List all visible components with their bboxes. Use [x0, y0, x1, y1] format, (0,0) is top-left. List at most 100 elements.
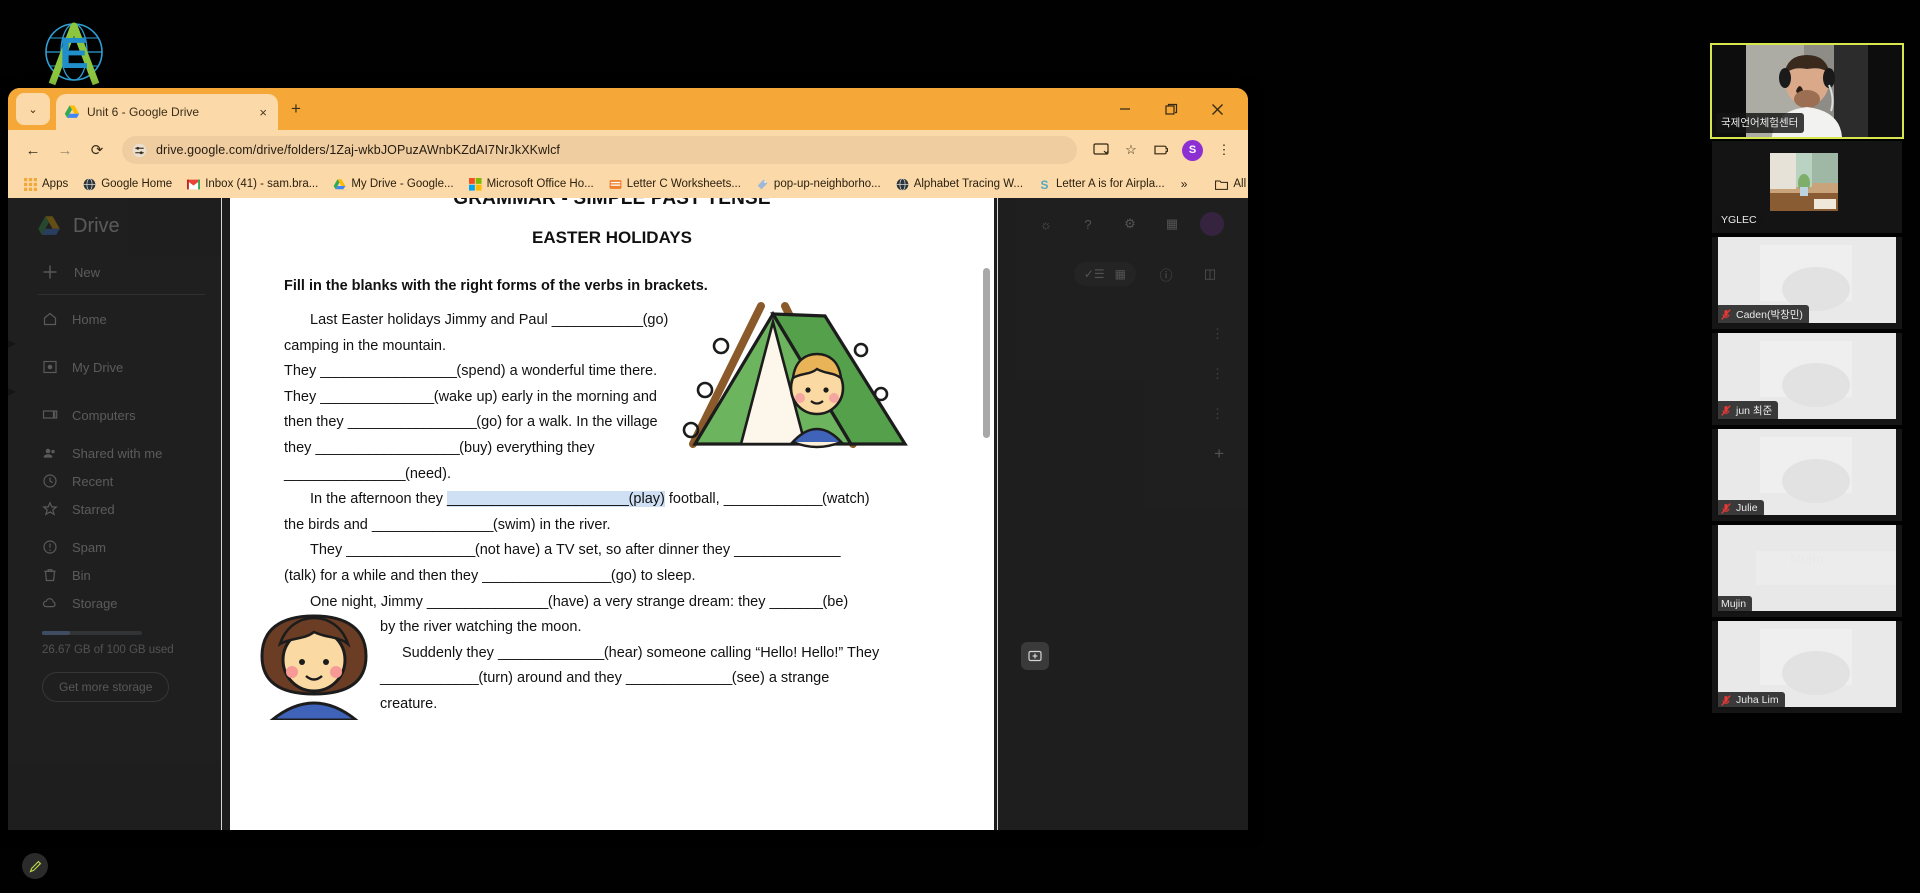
bookmark-star-icon[interactable]: ☆ [1117, 136, 1145, 164]
sidebar-item-my-drive[interactable]: ▸ My Drive [8, 333, 233, 381]
worksheet-page: GRAMMAR - SIMPLE PAST TENSE EASTER HOLID… [230, 198, 994, 830]
bookmark-alphabet-tracing[interactable]: Alphabet Tracing W... [890, 176, 1029, 193]
answer-blank[interactable]: ______________ [498, 645, 604, 661]
video-participant-rail: 국제언어체험센터 YGLEC Caden(박창민) jun 최준 Julie M… [1710, 43, 1904, 717]
drive-brand-label: Drive [73, 214, 120, 237]
bookmark-inbox[interactable]: Inbox (41) - sam.bra... [181, 176, 324, 193]
row-menu-icon[interactable]: ⋮ [1211, 366, 1224, 382]
bookmark-google-home[interactable]: Google Home [77, 176, 178, 193]
answer-blank[interactable]: ___________________ [315, 440, 459, 456]
answer-blank[interactable]: ______________ [734, 542, 840, 558]
bookmark-letter-a-airplane[interactable]: S Letter A is for Airpla... [1032, 176, 1171, 193]
svg-text:S: S [1041, 178, 1049, 191]
back-button[interactable]: ← [18, 135, 48, 165]
chevron-right-icon[interactable]: ▸ [8, 383, 16, 400]
worksheet-line: _____________(turn) around and they ____… [284, 666, 940, 692]
video-tile[interactable]: jun 최준 [1712, 333, 1902, 425]
plus-icon [43, 265, 57, 279]
bookmark-microsoft-office[interactable]: Microsoft Office Ho... [463, 176, 600, 193]
sidebar-item-home[interactable]: Home [8, 305, 233, 333]
video-tile[interactable]: Julie [1712, 429, 1902, 521]
bookmark-pop-up-neighborhood[interactable]: pop-up-neighborho... [750, 176, 887, 193]
answer-blank[interactable]: ______________ [626, 670, 732, 686]
sidebar-item-storage[interactable]: Storage [8, 589, 233, 617]
sidebar-item-shared-with-me[interactable]: Shared with me [8, 439, 233, 467]
video-tile[interactable]: Mujin Mujin [1712, 525, 1902, 617]
bookmark-letter-c-worksheets[interactable]: Letter C Worksheets... [603, 176, 747, 193]
help-icon[interactable]: ? [1074, 210, 1102, 238]
extensions-icon[interactable] [1147, 136, 1175, 164]
video-tile[interactable]: Juha Lim [1712, 621, 1902, 713]
grid-view-icon[interactable]: ▦ [1115, 267, 1126, 281]
new-tab-button[interactable]: + [291, 100, 301, 117]
line-text: They [310, 542, 347, 559]
video-tile[interactable]: YGLEC [1712, 141, 1902, 233]
support-icon[interactable]: ☼ [1032, 210, 1060, 238]
row-menu-icon[interactable]: ⋮ [1211, 406, 1224, 422]
answer-blank[interactable]: _______________ [320, 389, 434, 405]
address-bar[interactable]: drive.google.com/drive/folders/1Zaj-wkbJ… [122, 136, 1077, 164]
answer-blank[interactable]: _____________ [380, 670, 479, 686]
profile-avatar[interactable]: S [1182, 139, 1203, 161]
bookmark-my-drive[interactable]: My Drive - Google... [327, 176, 459, 193]
answer-blank[interactable]: ____________ [552, 312, 643, 328]
site-settings-icon[interactable] [132, 143, 147, 158]
worksheet-line: Suddenly they ______________(hear) someo… [284, 641, 940, 667]
apps-grid-icon[interactable]: ▦ [1158, 210, 1186, 238]
reload-button[interactable]: ⟳ [82, 135, 112, 165]
video-tile[interactable]: Caden(박창민) [1712, 237, 1902, 329]
forward-button[interactable]: → [50, 135, 80, 165]
tab-search-button[interactable]: ⌄ [16, 93, 50, 125]
answer-blank[interactable]: _____________ [724, 491, 823, 507]
google-drive-icon [64, 105, 80, 118]
get-more-storage-button[interactable]: Get more storage [42, 672, 170, 702]
add-icon[interactable]: + [1214, 444, 1224, 464]
annotate-pen-button[interactable] [22, 853, 48, 879]
bookmarks-overflow-button[interactable]: » [1177, 177, 1192, 191]
minimize-button[interactable] [1102, 88, 1148, 130]
close-window-button[interactable] [1194, 88, 1240, 130]
line-text: by the river watching the moon. [380, 619, 582, 636]
url-text: drive.google.com/drive/folders/1Zaj-wkbJ… [156, 143, 560, 157]
sidebar-item-recent[interactable]: Recent [8, 467, 233, 495]
settings-icon[interactable]: ⚙ [1116, 210, 1144, 238]
answer-blank[interactable]: _________________ [348, 414, 477, 430]
sidebar-item-starred[interactable]: Starred [8, 495, 233, 523]
answer-blank[interactable]: ________________ [427, 594, 549, 610]
add-annotation-button[interactable] [1021, 642, 1049, 670]
answer-blank[interactable]: ________________________ [447, 491, 629, 508]
answer-blank[interactable]: _________________ [482, 568, 611, 584]
sidebar-item-bin[interactable]: Bin [8, 561, 233, 589]
line-text: They [284, 363, 321, 380]
close-icon[interactable]: × [256, 104, 270, 121]
answer-blank[interactable]: _________________ [346, 542, 475, 558]
info-icon[interactable]: ⓘ [1152, 260, 1180, 288]
chrome-menu-icon[interactable]: ⋮ [1210, 136, 1238, 164]
view-toggle-group[interactable]: ✓☰ ▦ [1073, 262, 1136, 286]
checklist-icon[interactable]: ✓☰ [1084, 267, 1105, 281]
answer-blank[interactable]: _______ [770, 594, 823, 610]
maximize-restore-button[interactable] [1148, 88, 1194, 130]
sidebar-item-spam[interactable]: Spam [8, 533, 233, 561]
my-drive-icon [43, 360, 57, 374]
bookmark-label: Microsoft Office Ho... [486, 178, 594, 190]
chevron-right-icon[interactable]: ▸ [8, 335, 16, 352]
line-text: (have) a very strange dream: they [547, 593, 770, 610]
line-text: then they [284, 414, 348, 431]
answer-blank[interactable]: ________________ [284, 466, 406, 482]
bookmark-apps[interactable]: Apps [18, 176, 74, 193]
all-bookmarks-button[interactable]: All Bookmarks [1209, 176, 1248, 193]
cast-icon[interactable] [1087, 136, 1115, 164]
new-button[interactable]: New [42, 264, 233, 280]
video-tile[interactable]: 국제언어체험센터 [1710, 43, 1904, 139]
row-menu-icon[interactable]: ⋮ [1211, 326, 1224, 342]
browser-tab-unit-6[interactable]: Unit 6 - Google Drive × [56, 94, 278, 130]
answer-blank[interactable]: ________________ [372, 517, 494, 533]
answer-blank[interactable]: __________________ [320, 363, 457, 379]
account-avatar[interactable] [1200, 212, 1224, 236]
sidebar-item-computers[interactable]: ▸ Computers [8, 381, 233, 429]
sidebar-divider [38, 294, 205, 295]
document-scrollbar[interactable] [983, 268, 990, 438]
side-panel-icon[interactable]: ◫ [1196, 260, 1224, 288]
participant-name-label: jun 최준 [1716, 401, 1779, 421]
